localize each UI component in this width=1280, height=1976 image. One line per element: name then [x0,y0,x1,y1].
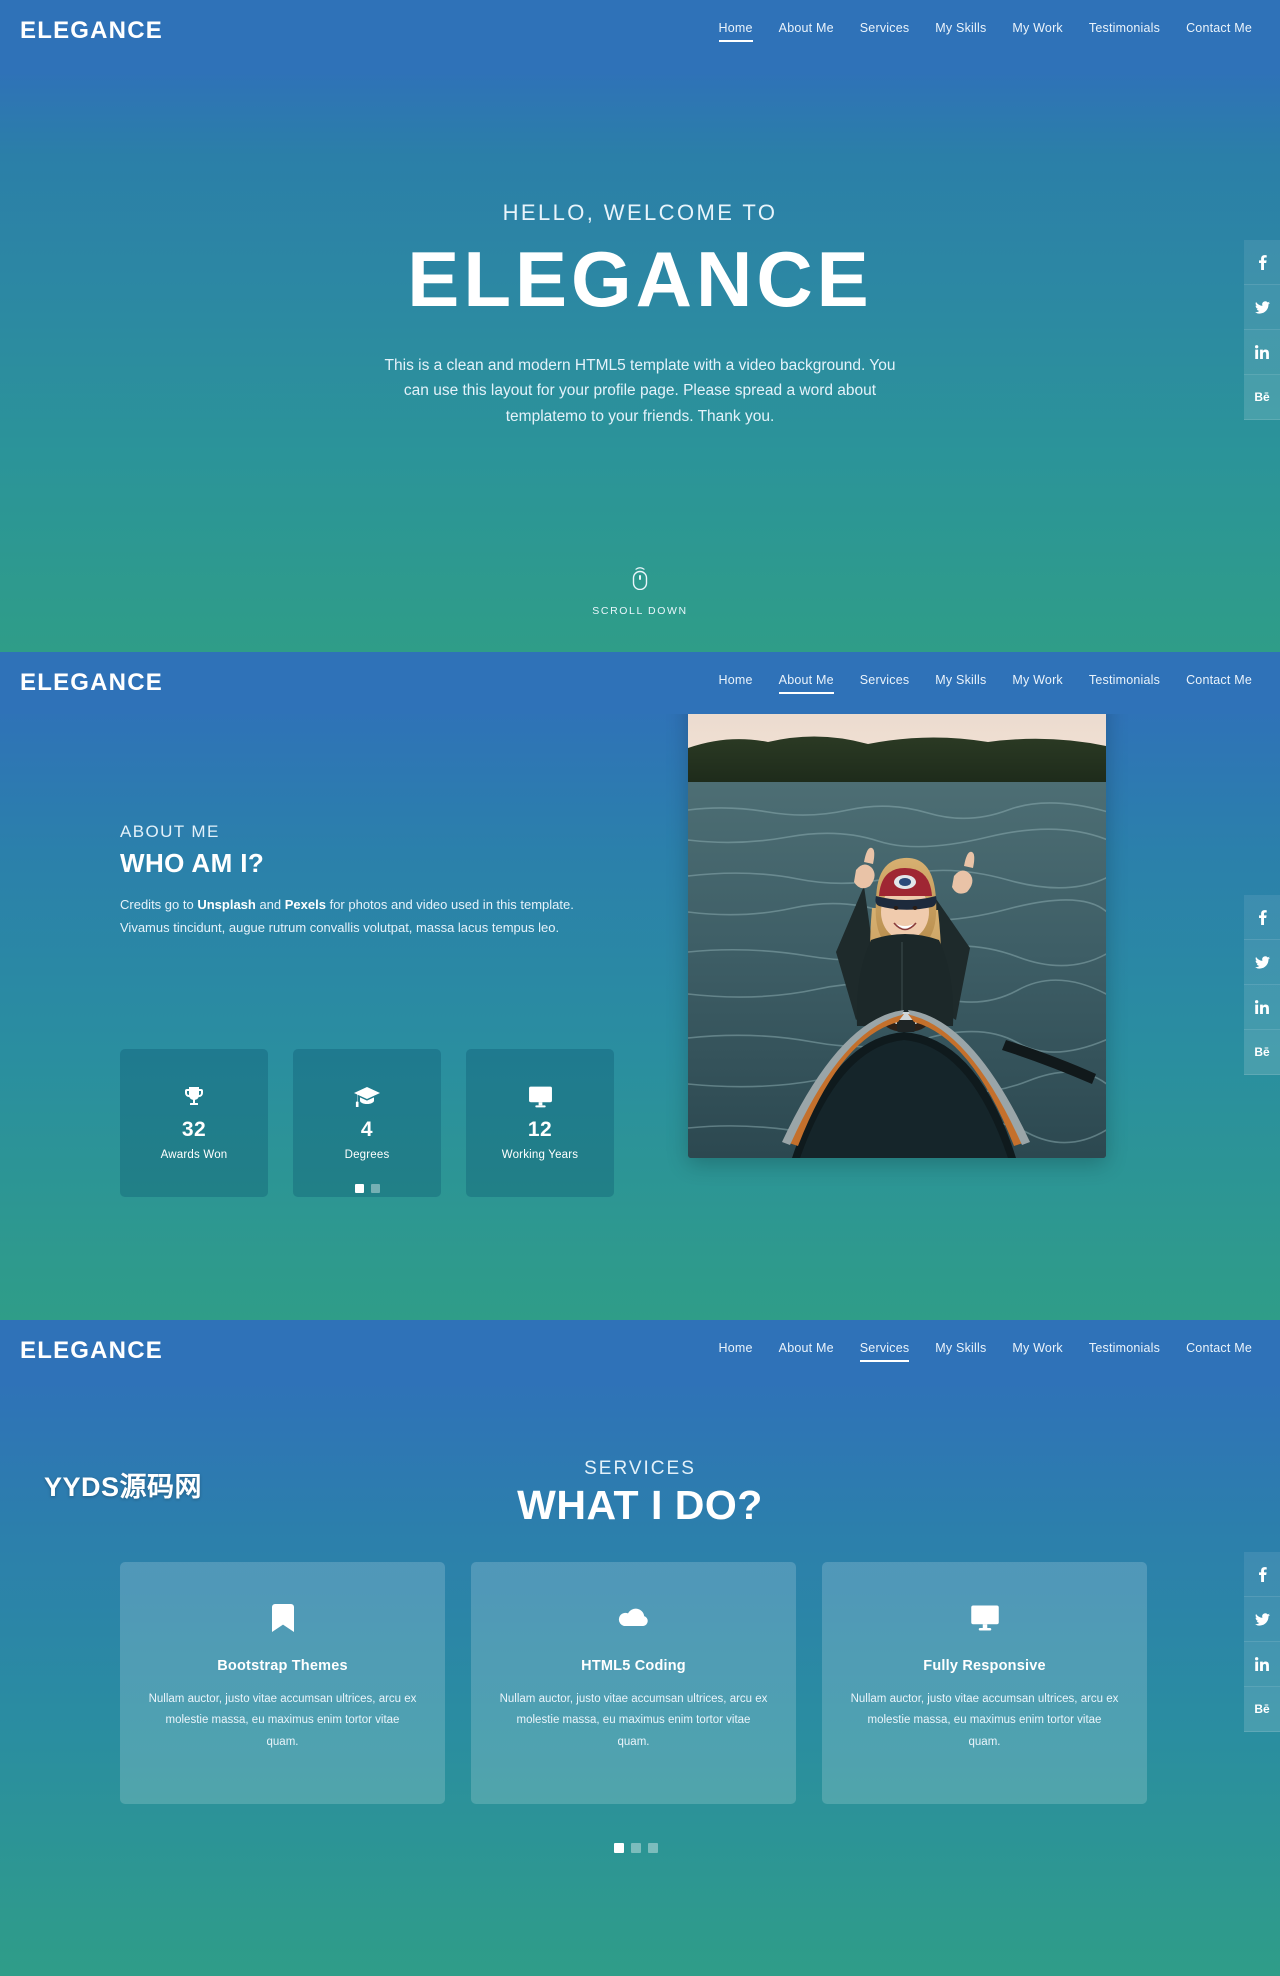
nav-item-my-skills[interactable]: My Skills [935,21,986,42]
nav-item-services[interactable]: Services [860,673,910,694]
about-photo [688,690,1106,1158]
stat-label: Awards Won [160,1149,228,1161]
about-kicker: ABOUT ME [120,822,220,841]
stat-value: 12 [527,1118,553,1141]
page-root: HELLO, WELCOME TO ELEGANCE This is a cle… [0,0,1280,1976]
behance-icon[interactable]: Bē [1244,1030,1280,1075]
nav-item-my-skills[interactable]: My Skills [935,1341,986,1362]
carousel-dot[interactable] [648,1843,658,1853]
hero-kicker: HELLO, WELCOME TO [502,200,778,225]
mouse-scroll-icon [632,566,648,595]
desktop-icon [528,1085,553,1109]
stat-card-degrees[interactable]: 4 Degrees [293,1049,441,1197]
about-para-mid: and [255,897,285,912]
nav-item-services[interactable]: Services [860,21,910,42]
hero-title: ELEGANCE [407,235,873,323]
service-card-fully-responsive[interactable]: Fully Responsive Nullam auctor, justo vi… [822,1562,1147,1804]
services-carousel-dots [614,1843,658,1853]
site-watermark: YYDS源码网 [44,1472,203,1502]
stat-label: Working Years [501,1149,579,1161]
about-stats: 32 Awards Won 4 Degrees 12 Working Years [120,1049,614,1197]
carousel-dot[interactable] [371,1184,380,1193]
nav-item-testimonials[interactable]: Testimonials [1089,1341,1160,1362]
about-para-lead: Credits go to [120,897,198,912]
nav-item-testimonials[interactable]: Testimonials [1089,21,1160,42]
bookmark-icon [148,1604,417,1632]
nav-links-services: Home About Me Services My Skills My Work… [719,1341,1253,1362]
service-title: HTML5 Coding [581,1658,686,1674]
carousel-dot[interactable] [355,1184,364,1193]
facebook-icon[interactable] [1244,895,1280,940]
about-link-pexels[interactable]: Pexels [285,897,326,912]
nav-item-services[interactable]: Services [859,1341,910,1362]
service-title: Bootstrap Themes [217,1658,348,1674]
brand-logo-hero[interactable]: ELEGANCE [20,17,163,45]
social-rail-services: Bē [1244,1552,1280,1732]
twitter-icon[interactable] [1244,285,1280,330]
desktop-icon [850,1604,1119,1632]
nav-item-home[interactable]: Home [718,21,753,42]
navbar-services: ELEGANCE Home About Me Services My Skill… [0,1320,1280,1382]
stat-card-working-years[interactable]: 12 Working Years [466,1049,614,1197]
stat-label: Degrees [344,1149,390,1161]
nav-item-contact-me[interactable]: Contact Me [1186,21,1252,42]
nav-item-my-work[interactable]: My Work [1012,673,1062,694]
nav-item-home[interactable]: Home [719,1341,753,1362]
twitter-icon[interactable] [1244,940,1280,985]
hero-description: This is a clean and modern HTML5 templat… [384,357,896,425]
service-title: Fully Responsive [923,1658,1046,1674]
facebook-icon[interactable] [1244,240,1280,285]
trophy-icon [182,1085,206,1109]
about-paragraph: Credits go to Unsplash and Pexels for ph… [120,893,620,939]
service-card-bootstrap-themes[interactable]: Bootstrap Themes Nullam auctor, justo vi… [120,1562,445,1804]
nav-item-contact-me[interactable]: Contact Me [1186,1341,1252,1362]
about-link-unsplash[interactable]: Unsplash [197,897,256,912]
nav-item-about-me[interactable]: About Me [779,1341,834,1362]
facebook-icon[interactable] [1244,1552,1280,1597]
service-description: Nullam auctor, justo vitae accumsan ultr… [850,1693,1119,1748]
scroll-down-label: SCROLL DOWN [592,605,688,617]
nav-item-testimonials[interactable]: Testimonials [1089,673,1160,694]
brand-logo-services[interactable]: ELEGANCE [20,1337,163,1365]
navbar-hero: ELEGANCE Home About Me Services My Skill… [0,0,1280,62]
stat-card-awards[interactable]: 32 Awards Won [120,1049,268,1197]
hero-section: HELLO, WELCOME TO ELEGANCE This is a cle… [0,0,1280,652]
nav-item-about-me[interactable]: About Me [779,21,834,42]
service-description: Nullam auctor, justo vitae accumsan ultr… [499,1693,768,1748]
linkedin-icon[interactable] [1244,330,1280,375]
nav-item-my-skills[interactable]: My Skills [935,673,986,694]
graduation-cap-icon [354,1085,380,1109]
brand-logo-about[interactable]: ELEGANCE [20,669,163,697]
stat-value: 32 [181,1118,207,1141]
linkedin-icon[interactable] [1244,1642,1280,1687]
services-cards: Bootstrap Themes Nullam auctor, justo vi… [120,1562,1147,1804]
nav-links-hero: Home About Me Services My Skills My Work… [718,21,1253,42]
hero-content: HELLO, WELCOME TO ELEGANCE This is a cle… [0,200,1280,429]
behance-icon[interactable]: Bē [1244,1687,1280,1732]
about-carousel-dots [355,1184,380,1193]
social-rail-hero: Bē [1244,240,1280,420]
nav-item-my-work[interactable]: My Work [1012,1341,1062,1362]
cloud-icon [499,1604,768,1632]
about-text-block: ABOUT ME WHO AM I? Credits go to Unsplas… [120,822,640,939]
nav-item-about-me[interactable]: About Me [778,673,834,694]
about-title: WHO AM I? [120,848,265,878]
linkedin-icon[interactable] [1244,985,1280,1030]
nav-item-my-work[interactable]: My Work [1012,21,1062,42]
twitter-icon[interactable] [1244,1597,1280,1642]
navbar-about: ELEGANCE Home About Me Services My Skill… [0,652,1280,714]
service-card-html5-coding[interactable]: HTML5 Coding Nullam auctor, justo vitae … [471,1562,796,1804]
behance-icon[interactable]: Bē [1244,375,1280,420]
scroll-down-link[interactable]: SCROLL DOWN [0,566,1280,617]
nav-item-home[interactable]: Home [719,673,753,694]
carousel-dot[interactable] [614,1843,624,1853]
social-rail-about: Bē [1244,895,1280,1075]
stat-value: 4 [360,1118,374,1141]
service-description: Nullam auctor, justo vitae accumsan ultr… [148,1693,417,1748]
nav-links-about: Home About Me Services My Skills My Work… [719,673,1253,694]
nav-item-contact-me[interactable]: Contact Me [1186,673,1252,694]
carousel-dot[interactable] [631,1843,641,1853]
